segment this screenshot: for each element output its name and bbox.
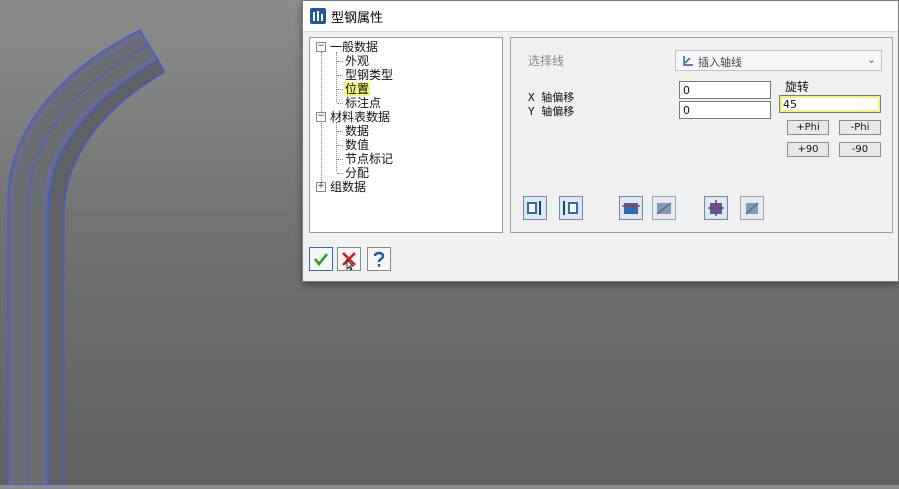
plus-90-button[interactable]: +90 bbox=[787, 142, 829, 157]
x-offset-input[interactable]: 0 bbox=[679, 81, 771, 99]
y-offset-input[interactable]: 0 bbox=[679, 101, 771, 119]
collapse-icon[interactable]: − bbox=[316, 42, 326, 52]
mirror-x-icon bbox=[563, 201, 578, 215]
expand-icon[interactable]: + bbox=[316, 182, 326, 192]
align-top-button[interactable] bbox=[619, 196, 643, 220]
tree-item-node-mark[interactable]: 节点标记 bbox=[345, 152, 393, 166]
tree-branch bbox=[337, 145, 343, 146]
tree-group-label: 一般数据 bbox=[330, 40, 379, 54]
offset-origin-icon bbox=[708, 200, 724, 216]
dialog-titlebar[interactable]: 型钢属性 bbox=[303, 1, 898, 32]
align-center-icon bbox=[656, 202, 672, 215]
tree-item-assignment[interactable]: 分配 bbox=[345, 166, 369, 180]
category-tree[interactable]: − 一般数据 外观 型钢类型 位置 标注点 − 材料表数据 数据 数值 节点标记… bbox=[309, 37, 503, 233]
tree-item-label-point[interactable]: 标注点 bbox=[345, 96, 381, 110]
tree-branch bbox=[337, 89, 343, 90]
tree-item-label-selected: 位置 bbox=[344, 82, 371, 96]
tree-item-label: 外观 bbox=[345, 54, 370, 68]
align-center-button[interactable] bbox=[652, 196, 676, 220]
position-properties-panel: 选择线 插入轴线 ⌄ X 轴偏移 Y 轴偏移 0 0 旋转 45 +Phi -P… bbox=[510, 37, 893, 233]
tree-item-label: 数值 bbox=[345, 138, 370, 152]
tree-item-data[interactable]: 数据 bbox=[345, 124, 369, 138]
tree-branch bbox=[337, 131, 343, 132]
tree-item-label: 标注点 bbox=[345, 96, 382, 110]
tree-item-values[interactable]: 数值 bbox=[345, 138, 369, 152]
chevron-down-icon[interactable]: ⌄ bbox=[867, 53, 876, 66]
mirror-x-button[interactable] bbox=[559, 196, 583, 220]
tree-group-label: 组数据 bbox=[330, 180, 367, 194]
tree-branch bbox=[337, 173, 343, 174]
tree-item-label: 数据 bbox=[345, 124, 370, 138]
tree-item-position[interactable]: 位置 bbox=[344, 82, 371, 96]
tree-branch bbox=[337, 61, 343, 62]
help-button[interactable] bbox=[367, 247, 391, 271]
plus-phi-button[interactable]: +Phi bbox=[787, 120, 829, 135]
minus-90-button[interactable]: -90 bbox=[839, 142, 881, 157]
mirror-y-icon bbox=[527, 201, 541, 215]
tree-guide-line bbox=[336, 52, 337, 102]
app-icon bbox=[310, 8, 326, 24]
rotation-input[interactable]: 45 bbox=[779, 95, 881, 113]
minus-phi-button[interactable]: -Phi bbox=[839, 120, 881, 135]
tree-item-label: 型钢类型 bbox=[345, 68, 394, 82]
help-icon bbox=[373, 251, 385, 267]
collapse-icon[interactable]: − bbox=[316, 112, 326, 122]
align-top-icon bbox=[622, 203, 640, 214]
offset-reset-button[interactable] bbox=[740, 196, 764, 220]
y-offset-label: Y 轴偏移 bbox=[528, 105, 575, 118]
select-line-dropdown[interactable]: 插入轴线 ⌄ bbox=[675, 50, 882, 71]
mirror-y-button[interactable] bbox=[523, 196, 547, 220]
cancel-button[interactable] bbox=[337, 247, 361, 271]
tree-item-label: 分配 bbox=[345, 166, 370, 180]
offset-origin-button[interactable] bbox=[704, 196, 728, 220]
section-properties-dialog: 型钢属性 − 一般数据 外观 型钢类型 位置 标注点 − 材料表数据 数据 数值… bbox=[302, 0, 899, 282]
cancel-icon bbox=[342, 252, 356, 270]
tree-item-section-type[interactable]: 型钢类型 bbox=[345, 68, 393, 82]
offset-reset-icon bbox=[745, 202, 759, 215]
tree-guide-line bbox=[336, 122, 337, 172]
select-line-label: 选择线 bbox=[528, 54, 565, 68]
ok-button[interactable] bbox=[309, 247, 333, 271]
select-line-value: 插入轴线 bbox=[698, 56, 742, 69]
tree-branch bbox=[337, 103, 343, 104]
tree-branch bbox=[337, 75, 343, 76]
tree-group-label: 材料表数据 bbox=[330, 110, 391, 124]
tree-branch bbox=[337, 159, 343, 160]
axis-line-icon bbox=[682, 55, 694, 70]
tree-item-appearance[interactable]: 外观 bbox=[345, 54, 369, 68]
ok-check-icon bbox=[313, 253, 329, 267]
tree-item-label: 节点标记 bbox=[345, 152, 394, 166]
rotation-label: 旋转 bbox=[785, 80, 810, 94]
dialog-title: 型钢属性 bbox=[331, 11, 384, 26]
